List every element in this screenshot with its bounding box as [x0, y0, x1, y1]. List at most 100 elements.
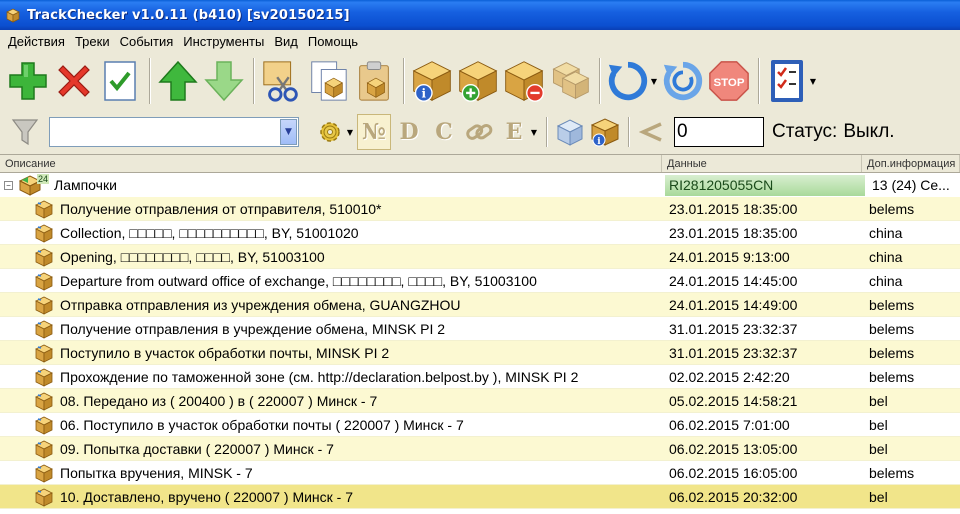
box-icon — [34, 247, 54, 267]
main-toolbar: i ▼ STOP ▼ — [0, 53, 960, 109]
group-track-number: RI281205055CN — [665, 174, 865, 196]
row-source: china — [869, 248, 903, 265]
table-row[interactable]: Прохождение по таможенной зоне (см. http… — [0, 365, 960, 389]
threshold-input[interactable]: 0 — [674, 117, 764, 147]
scissors-icon — [263, 61, 298, 102]
refresh-button[interactable] — [606, 56, 650, 106]
checklist-dropdown[interactable]: ▼ — [808, 56, 818, 106]
sort-dropdown[interactable]: ▼ — [529, 107, 539, 157]
column-data[interactable]: Данные — [662, 155, 862, 172]
row-date: 24.01.2015 9:13:00 — [669, 248, 790, 265]
sort-e-button[interactable]: E — [497, 114, 531, 150]
filter-toolbar: ▼ ▼ № D C E ▼ i 0 Статус: Выкл. — [0, 112, 960, 152]
row-description: 09. Попытка доставки ( 220007 ) Минск - … — [60, 440, 334, 457]
row-description: 08. Передано из ( 200400 ) в ( 220007 ) … — [60, 392, 378, 409]
box-icon — [34, 367, 54, 387]
table-row[interactable]: Поступило в участок обработки почты, MIN… — [0, 341, 960, 365]
sort-c-button[interactable]: C — [427, 114, 461, 150]
menu-events[interactable]: События — [115, 34, 179, 49]
row-source: bel — [869, 440, 888, 457]
move-up-button[interactable] — [156, 56, 200, 106]
row-description-cell: 10. Доставлено, вручено ( 220007 ) Минск… — [0, 487, 662, 507]
document-check-icon — [104, 61, 136, 101]
column-extra-info[interactable]: Доп.информация — [862, 155, 960, 172]
box-icon — [34, 199, 54, 219]
sort-number-button[interactable]: № — [357, 114, 391, 150]
d-label: D — [399, 119, 419, 145]
svg-text:i: i — [421, 87, 426, 101]
collapse-icon[interactable]: − — [4, 180, 13, 190]
paste-button[interactable] — [352, 56, 396, 106]
column-description[interactable]: Описание — [0, 155, 662, 172]
menu-view[interactable]: Вид — [269, 34, 303, 49]
row-description-cell: 09. Попытка доставки ( 220007 ) Минск - … — [0, 439, 662, 459]
track-info-button[interactable]: i — [410, 56, 454, 106]
row-source: bel — [869, 416, 888, 433]
row-description: Получение отправления в учреждение обмен… — [60, 320, 446, 337]
box-info-small-button[interactable]: i — [588, 114, 622, 150]
table-row[interactable]: Opening, □□□□□□□□, □□□□, BY, 51003100 24.… — [0, 245, 960, 269]
table-row[interactable]: 09. Попытка доставки ( 220007 ) Минск - … — [0, 437, 960, 461]
chain-link-icon — [466, 123, 493, 140]
table-row[interactable]: 08. Передано из ( 200400 ) в ( 220007 ) … — [0, 389, 960, 413]
filter-combo[interactable]: ▼ — [49, 117, 299, 147]
toolbar-separator — [403, 58, 405, 104]
row-description: Отправка отправления из учреждения обмен… — [60, 296, 461, 313]
box-icon — [34, 295, 54, 315]
box-info-icon: i — [412, 61, 452, 102]
combo-dropdown-icon[interactable]: ▼ — [280, 119, 297, 145]
row-description-cell: Opening, □□□□□□□□, □□□□, BY, 51003100 — [0, 247, 662, 267]
copy-button[interactable] — [306, 56, 350, 106]
table-row[interactable]: Получение отправления в учреждение обмен… — [0, 317, 960, 341]
sort-date-button[interactable]: D — [392, 114, 426, 150]
box-remove-icon — [504, 61, 544, 102]
row-source: belems — [869, 368, 915, 385]
box-icon — [34, 463, 54, 483]
row-description: Collection, □□□□□, □□□□□□□□□□, BY, 51001… — [60, 224, 359, 241]
remove-box-button[interactable] — [502, 56, 546, 106]
table-row[interactable]: Получение отправления от отправителя, 51… — [0, 197, 960, 221]
table-row[interactable]: 06. Поступило в участок обработки почты … — [0, 413, 960, 437]
settings-dropdown[interactable]: ▼ — [345, 107, 355, 157]
menu-tools[interactable]: Инструменты — [178, 34, 269, 49]
status-value: Выкл. — [843, 121, 895, 142]
row-source: belems — [869, 296, 915, 313]
add-box-button[interactable] — [456, 56, 500, 106]
filter-button[interactable] — [8, 114, 42, 150]
less-than-icon — [639, 122, 662, 142]
checklist-button[interactable] — [765, 56, 809, 106]
row-description: Прохождение по таможенной зоне (см. http… — [60, 368, 579, 385]
table-row[interactable]: Collection, □□□□□, □□□□□□□□□□, BY, 51001… — [0, 221, 960, 245]
table-row-selected[interactable]: 10. Доставлено, вручено ( 220007 ) Минск… — [0, 485, 960, 509]
box-icon — [34, 439, 54, 459]
link-button[interactable] — [462, 114, 496, 150]
refresh-dropdown[interactable]: ▼ — [649, 56, 659, 106]
arrow-down-icon — [204, 61, 244, 102]
table-row[interactable]: Departure from outward office of exchang… — [0, 269, 960, 293]
boxes-check-button[interactable] — [548, 56, 592, 106]
menu-actions[interactable]: Действия — [3, 34, 70, 49]
group-row[interactable]: − 24 Лампочки RI281205055CN 13 (24) Се..… — [0, 173, 960, 197]
box-view-button[interactable] — [553, 114, 587, 150]
table-row[interactable]: Попытка вручения, MINSK - 7 06.02.2015 16… — [0, 461, 960, 485]
less-than-button[interactable] — [635, 114, 669, 150]
svg-text:STOP: STOP — [713, 77, 744, 89]
move-down-button[interactable] — [202, 56, 246, 106]
menu-help[interactable]: Помощь — [303, 34, 363, 49]
toolbar-separator — [758, 58, 760, 104]
refresh-icon — [608, 61, 648, 101]
box-add-icon — [458, 61, 498, 102]
cut-button[interactable] — [260, 56, 304, 106]
menu-tracks[interactable]: Треки — [70, 34, 115, 49]
toolbar-separator — [253, 58, 255, 104]
add-track-button[interactable] — [6, 56, 50, 106]
check-track-button[interactable] — [98, 56, 142, 106]
table-row[interactable]: Отправка отправления из учреждения обмен… — [0, 293, 960, 317]
settings-button[interactable] — [313, 114, 347, 150]
boxes-check-icon — [552, 62, 590, 100]
row-date: 02.02.2015 2:42:20 — [669, 368, 790, 385]
delete-track-button[interactable] — [52, 56, 96, 106]
stop-button[interactable]: STOP — [707, 56, 751, 106]
refresh-all-button[interactable] — [661, 56, 705, 106]
row-date: 23.01.2015 18:35:00 — [669, 224, 798, 241]
